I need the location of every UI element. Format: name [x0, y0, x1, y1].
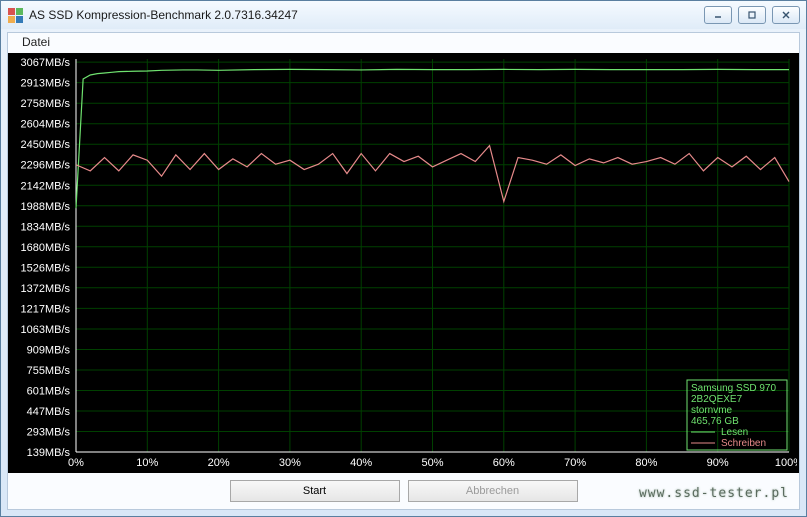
svg-text:Lesen: Lesen — [721, 427, 748, 438]
svg-text:601MB/s: 601MB/s — [27, 385, 71, 397]
svg-text:100%: 100% — [775, 457, 797, 469]
svg-text:90%: 90% — [707, 457, 729, 469]
app-icon — [7, 7, 23, 23]
abort-button: Abbrechen — [408, 480, 578, 502]
svg-text:50%: 50% — [421, 457, 443, 469]
svg-text:2913MB/s: 2913MB/s — [20, 78, 70, 90]
svg-text:2296MB/s: 2296MB/s — [20, 160, 70, 172]
app-window: AS SSD Kompression-Benchmark 2.0.7316.34… — [0, 0, 807, 517]
svg-text:0%: 0% — [68, 457, 84, 469]
svg-text:3067MB/s: 3067MB/s — [20, 57, 70, 69]
svg-text:2B2QEXE7: 2B2QEXE7 — [691, 394, 743, 405]
svg-text:60%: 60% — [493, 457, 515, 469]
svg-text:20%: 20% — [208, 457, 230, 469]
svg-text:30%: 30% — [279, 457, 301, 469]
svg-text:stornvme: stornvme — [691, 405, 733, 416]
svg-text:1063MB/s: 1063MB/s — [20, 324, 70, 336]
svg-text:2142MB/s: 2142MB/s — [20, 180, 70, 192]
svg-text:10%: 10% — [136, 457, 158, 469]
svg-text:1526MB/s: 1526MB/s — [20, 262, 70, 274]
svg-text:465,76 GB: 465,76 GB — [691, 416, 739, 427]
menubar: Datei — [8, 33, 799, 53]
watermark: www.ssd-tester.pl — [639, 486, 789, 501]
svg-text:447MB/s: 447MB/s — [27, 406, 71, 418]
svg-text:1372MB/s: 1372MB/s — [20, 283, 70, 295]
svg-text:293MB/s: 293MB/s — [27, 426, 71, 438]
menu-datei[interactable]: Datei — [16, 33, 56, 51]
svg-text:80%: 80% — [635, 457, 657, 469]
svg-text:70%: 70% — [564, 457, 586, 469]
maximize-button[interactable] — [738, 6, 766, 24]
svg-text:Schreiben: Schreiben — [721, 438, 766, 449]
content-panel: Datei 139MB/s 293MB/s 447MB/s 601MB/s 755MB/… — [7, 32, 800, 510]
svg-text:909MB/s: 909MB/s — [27, 344, 71, 356]
svg-text:40%: 40% — [350, 457, 372, 469]
svg-text:1988MB/s: 1988MB/s — [20, 201, 70, 213]
svg-text:2758MB/s: 2758MB/s — [20, 98, 70, 110]
svg-text:1680MB/s: 1680MB/s — [20, 242, 70, 254]
start-button[interactable]: Start — [230, 480, 400, 502]
minimize-button[interactable] — [704, 6, 732, 24]
window-controls — [704, 6, 800, 24]
svg-text:1217MB/s: 1217MB/s — [20, 303, 70, 315]
window-title: AS SSD Kompression-Benchmark 2.0.7316.34… — [29, 8, 704, 22]
svg-text:2450MB/s: 2450MB/s — [20, 139, 70, 151]
svg-text:2604MB/s: 2604MB/s — [20, 119, 70, 131]
svg-text:Samsung SSD 970: Samsung SSD 970 — [691, 383, 776, 394]
titlebar: AS SSD Kompression-Benchmark 2.0.7316.34… — [1, 1, 806, 29]
close-button[interactable] — [772, 6, 800, 24]
svg-text:755MB/s: 755MB/s — [27, 365, 71, 377]
svg-text:139MB/s: 139MB/s — [27, 447, 71, 459]
svg-text:1834MB/s: 1834MB/s — [20, 221, 70, 233]
chart-area: 139MB/s 293MB/s 447MB/s 601MB/s 755MB/s 909MB… — [8, 53, 799, 473]
compression-chart: 139MB/s 293MB/s 447MB/s 601MB/s 755MB/s 909MB… — [8, 53, 797, 470]
